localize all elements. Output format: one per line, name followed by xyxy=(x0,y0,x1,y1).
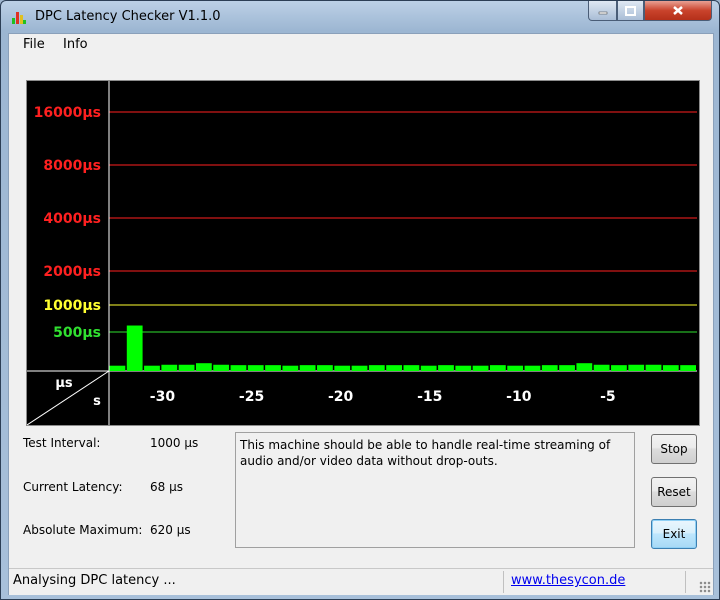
y-unit-label: µs xyxy=(55,376,73,391)
x-tick-label: -30 xyxy=(150,389,176,405)
latency-bar xyxy=(611,365,627,371)
latency-bar xyxy=(144,365,160,371)
latency-bar xyxy=(247,365,264,371)
x-tick-label: -15 xyxy=(417,389,442,405)
y-tick-label: 500µs xyxy=(53,325,101,341)
app-icon xyxy=(12,12,26,24)
latency-bar xyxy=(472,365,489,371)
status-divider xyxy=(685,571,686,593)
latency-bar xyxy=(126,325,143,371)
latency-bar xyxy=(541,365,558,371)
y-tick-label: 16000µs xyxy=(34,105,101,121)
x-tick-label: -5 xyxy=(600,389,616,405)
exit-button[interactable]: Exit xyxy=(651,519,697,549)
reset-button[interactable]: Reset xyxy=(651,477,697,507)
latency-bar xyxy=(628,364,645,371)
latency-bar xyxy=(403,365,420,371)
absolute-maximum-label: Absolute Maximum: xyxy=(23,523,143,537)
latency-bar xyxy=(489,365,506,371)
maximize-button[interactable] xyxy=(617,1,644,21)
latency-bar xyxy=(559,365,575,371)
test-interval-label: Test Interval: xyxy=(23,436,101,450)
status-message: This machine should be able to handle re… xyxy=(240,438,611,468)
y-tick-label: 2000µs xyxy=(43,264,101,280)
latency-bar xyxy=(178,364,195,371)
latency-bar xyxy=(334,365,351,371)
menu-file[interactable]: File xyxy=(19,37,49,52)
latency-bar xyxy=(161,364,178,371)
latency-bar xyxy=(213,364,230,371)
current-latency-value: 68 µs xyxy=(150,480,183,494)
app-window: DPC Latency Checker V1.1.0 File Info 160… xyxy=(0,0,720,600)
latency-bar xyxy=(351,365,368,371)
y-tick-label: 4000µs xyxy=(43,211,101,227)
latency-bar xyxy=(195,363,212,371)
menu-info[interactable]: Info xyxy=(59,37,92,52)
maximize-icon xyxy=(625,5,636,16)
title-bar[interactable]: DPC Latency Checker V1.1.0 xyxy=(1,1,719,33)
client-area: File Info 16000µs 8000µs 4000µs 2000µs 1000µ… xyxy=(8,33,714,595)
latency-bar xyxy=(368,365,385,371)
latency-bar xyxy=(317,365,333,371)
current-latency-label: Current Latency: xyxy=(23,480,123,494)
latency-bar xyxy=(230,365,247,371)
status-divider xyxy=(503,571,504,593)
absolute-maximum-value: 620 µs xyxy=(150,523,191,537)
latency-bar xyxy=(680,365,696,371)
minimize-icon xyxy=(598,11,607,14)
latency-bar xyxy=(420,365,437,371)
latency-bar xyxy=(386,365,402,371)
x-tick-label: -25 xyxy=(239,389,264,405)
test-interval-value: 1000 µs xyxy=(150,436,199,450)
latency-chart-svg: 16000µs 8000µs 4000µs 2000µs 1000µs 500µs µs s -… xyxy=(27,81,697,425)
window-title: DPC Latency Checker V1.1.0 xyxy=(35,9,221,24)
latency-graph: 16000µs 8000µs 4000µs 2000µs 1000µs 500µs µs s -… xyxy=(26,80,700,426)
stop-button[interactable]: Stop xyxy=(651,434,697,464)
resize-grip[interactable] xyxy=(699,581,711,593)
latency-bar xyxy=(282,365,299,371)
status-bar: Analysing DPC latency ... www.thesycon.d… xyxy=(9,568,713,595)
website-link[interactable]: www.thesycon.de xyxy=(511,573,625,588)
latency-bar xyxy=(265,365,281,371)
latency-bar xyxy=(507,365,524,371)
y-tick-label: 8000µs xyxy=(43,158,101,174)
status-message-box: This machine should be able to handle re… xyxy=(235,432,635,548)
latency-bar xyxy=(662,365,679,371)
latency-bar xyxy=(299,365,316,371)
status-text: Analysing DPC latency ... xyxy=(13,573,176,588)
latency-bar xyxy=(109,365,126,371)
latency-bar xyxy=(576,363,593,371)
close-button[interactable] xyxy=(644,1,712,21)
latency-bar xyxy=(524,365,541,371)
y-tick-label: 1000µs xyxy=(43,298,101,314)
x-tick-label: -10 xyxy=(506,389,532,405)
minimize-button[interactable] xyxy=(588,1,617,21)
latency-bar xyxy=(455,365,472,371)
latency-bar xyxy=(645,364,662,371)
latency-bar xyxy=(438,365,454,371)
close-icon xyxy=(673,6,683,15)
x-unit-label: s xyxy=(93,394,101,409)
latency-bar xyxy=(593,364,610,371)
x-tick-label: -20 xyxy=(328,389,354,405)
menu-bar: File Info xyxy=(9,34,713,56)
